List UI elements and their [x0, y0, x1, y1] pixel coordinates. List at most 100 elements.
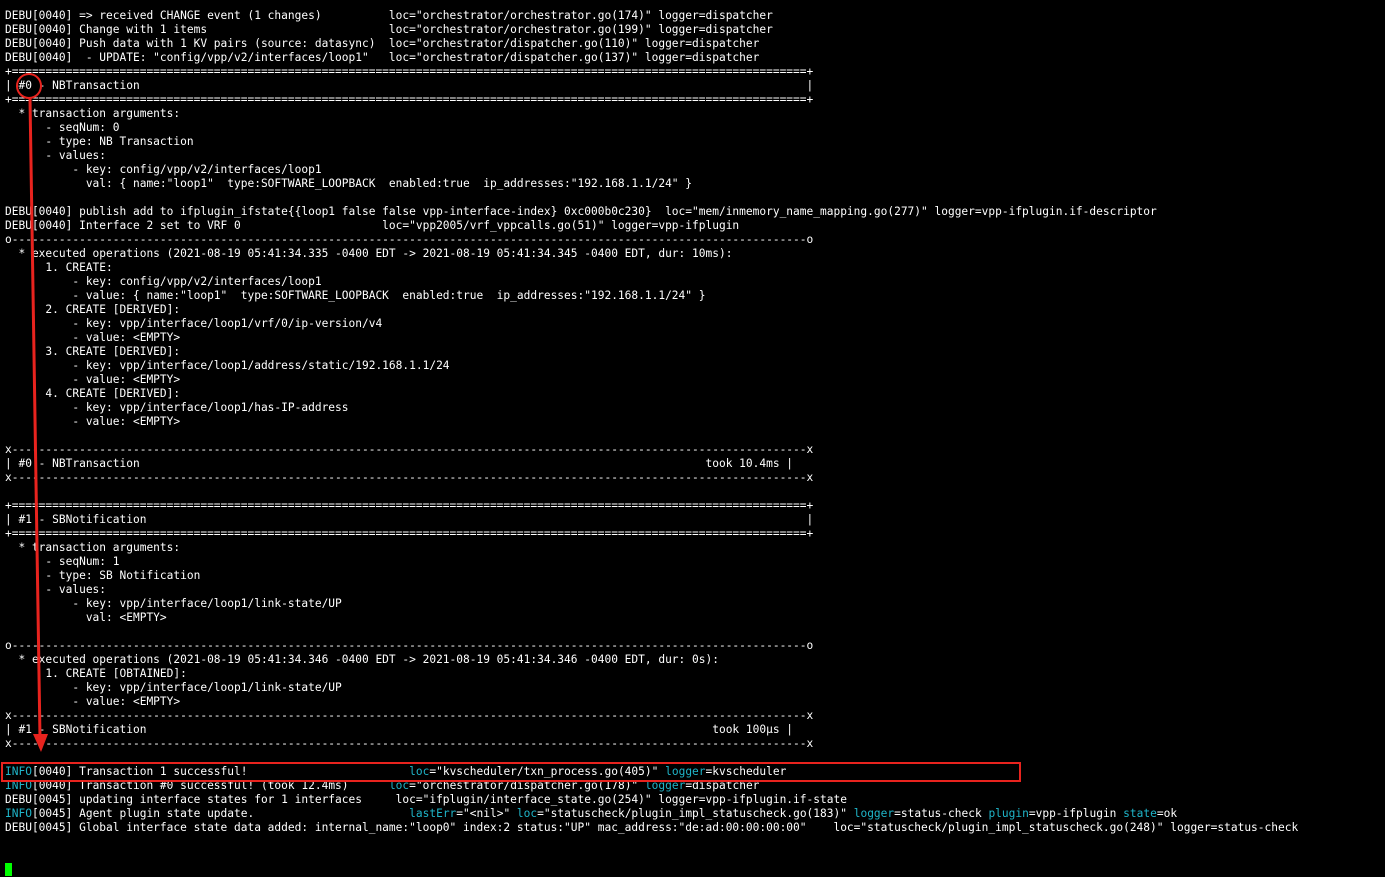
- terminal-line: - key: config/vpp/v2/interfaces/loop1: [5, 163, 322, 177]
- terminal-line: x---------------------------------------…: [5, 709, 813, 723]
- log-text: | #1 - SBNotification |: [5, 513, 814, 526]
- log-text: o---------------------------------------…: [5, 639, 814, 652]
- terminal-line: - type: SB Notification: [5, 569, 200, 583]
- terminal-line: DEBU[0040] Interface 2 set to VRF 0 loc=…: [5, 219, 739, 233]
- log-text: DEBU[0040] - UPDATE: "config/vpp/v2/inte…: [5, 51, 760, 64]
- terminal-line: - seqNum: 0: [5, 121, 120, 135]
- log-text: * transaction arguments:: [5, 541, 181, 554]
- log-text: - value: <EMPTY>: [5, 415, 181, 428]
- log-text: +=======================================…: [5, 527, 814, 540]
- log-field-key: state: [1123, 807, 1157, 820]
- log-text: ="orchestrator/dispatcher.go(178)": [409, 779, 645, 792]
- terminal-line: - value: <EMPTY>: [5, 373, 180, 387]
- terminal-line: - key: vpp/interface/loop1/link-state/UP: [5, 597, 342, 611]
- terminal-line: +=======================================…: [5, 499, 813, 513]
- log-text: - key: config/vpp/v2/interfaces/loop1: [5, 275, 322, 288]
- terminal-line: INFO[0045] Agent plugin state update. la…: [5, 807, 1177, 821]
- log-text: - value: <EMPTY>: [5, 331, 181, 344]
- terminal-line: - value: <EMPTY>: [5, 415, 180, 429]
- log-text: - type: NB Transaction: [5, 135, 194, 148]
- log-text: ="statuscheck/plugin_impl_statuscheck.go…: [537, 807, 854, 820]
- terminal-line: +=======================================…: [5, 527, 813, 541]
- terminal-line: 4. CREATE [DERIVED]:: [5, 387, 180, 401]
- log-field-key: loc: [388, 779, 410, 792]
- log-text: - values:: [5, 583, 107, 596]
- log-text: +=======================================…: [5, 65, 814, 78]
- terminal-line: - key: vpp/interface/loop1/vrf/0/ip-vers…: [5, 317, 382, 331]
- log-text: =status-check: [894, 807, 989, 820]
- log-text: - value: <EMPTY>: [5, 373, 181, 386]
- terminal-line: | #1 - SBNotification took 100µs |: [5, 723, 793, 737]
- log-text: 2. CREATE [DERIVED]:: [5, 303, 181, 316]
- log-text: ="kvscheduler/txn_process.go(405)": [429, 765, 666, 778]
- log-field-key: logger: [644, 779, 686, 792]
- terminal-window[interactable]: DEBU[0040] => received CHANGE event (1 c…: [0, 0, 1385, 877]
- log-field-key: plugin: [988, 807, 1029, 820]
- log-text: ="<nil>": [456, 807, 517, 820]
- terminal-line: DEBU[0040] Change with 1 items loc="orch…: [5, 23, 773, 37]
- log-text: x---------------------------------------…: [5, 709, 814, 722]
- log-text: +=======================================…: [5, 499, 814, 512]
- terminal-line: val: { name:"loop1" type:SOFTWARE_LOOPBA…: [5, 177, 692, 191]
- terminal-line: - type: NB Transaction: [5, 135, 194, 149]
- terminal-line: 1. CREATE:: [5, 261, 113, 275]
- terminal-line: o---------------------------------------…: [5, 233, 813, 247]
- terminal-line: | #0 - NBTransaction |: [5, 79, 813, 93]
- log-text: - key: vpp/interface/loop1/address/stati…: [5, 359, 450, 372]
- log-level-info: INFO: [5, 765, 32, 778]
- terminal-line: - key: vpp/interface/loop1/address/stati…: [5, 359, 450, 373]
- log-level-info: INFO: [5, 807, 32, 820]
- log-field-key: logger: [665, 765, 706, 778]
- terminal-line: - values:: [5, 583, 106, 597]
- terminal-line: DEBU[0040] => received CHANGE event (1 c…: [5, 9, 773, 23]
- log-text: x---------------------------------------…: [5, 737, 814, 750]
- log-text: +=======================================…: [5, 93, 814, 106]
- log-text: DEBU[0045] Global interface state data a…: [5, 821, 1299, 834]
- terminal-line: * transaction arguments:: [5, 107, 180, 121]
- log-text: * executed operations (2021-08-19 05:41:…: [5, 653, 719, 666]
- terminal-line: DEBU[0040] - UPDATE: "config/vpp/v2/inte…: [5, 51, 759, 65]
- log-text: - key: vpp/interface/loop1/link-state/UP: [5, 597, 342, 610]
- terminal-line: o---------------------------------------…: [5, 639, 813, 653]
- log-text: - seqNum: 0: [5, 121, 120, 134]
- log-text: - type: SB Notification: [5, 569, 201, 582]
- terminal-line: - seqNum: 1: [5, 555, 120, 569]
- log-text: 1. CREATE [OBTAINED]:: [5, 667, 187, 680]
- log-text: 4. CREATE [DERIVED]:: [5, 387, 181, 400]
- log-text: - key: vpp/interface/loop1/has-IP-addres…: [5, 401, 349, 414]
- terminal-line: 2. CREATE [DERIVED]:: [5, 303, 180, 317]
- terminal-line: | #1 - SBNotification |: [5, 513, 813, 527]
- terminal-line: * executed operations (2021-08-19 05:41:…: [5, 247, 732, 261]
- log-field-key: lastErr: [409, 807, 457, 820]
- log-text: - values:: [5, 149, 107, 162]
- log-text: DEBU[0040] => received CHANGE event (1 c…: [5, 9, 773, 22]
- terminal-line: INFO[0040] Transaction 1 successful! loc…: [5, 765, 786, 779]
- log-text: - key: config/vpp/v2/interfaces/loop1: [5, 163, 322, 176]
- log-text: DEBU[0045] updating interface states for…: [5, 793, 847, 806]
- terminal-line: x---------------------------------------…: [5, 471, 813, 485]
- log-text: - key: vpp/interface/loop1/vrf/0/ip-vers…: [5, 317, 383, 330]
- terminal-line: DEBU[0045] updating interface states for…: [5, 793, 847, 807]
- terminal-line: DEBU[0045] Global interface state data a…: [5, 821, 1298, 835]
- log-text: val: <EMPTY>: [5, 611, 167, 624]
- log-text: - seqNum: 1: [5, 555, 120, 568]
- terminal-line: DEBU[0040] Push data with 1 KV pairs (so…: [5, 37, 759, 51]
- terminal-line: - values:: [5, 149, 106, 163]
- log-text: * transaction arguments:: [5, 107, 181, 120]
- log-text: * executed operations (2021-08-19 05:41:…: [5, 247, 733, 260]
- log-text: 1. CREATE:: [5, 261, 113, 274]
- terminal-line: - value: <EMPTY>: [5, 695, 180, 709]
- terminal-line: - value: { name:"loop1" type:SOFTWARE_LO…: [5, 289, 705, 303]
- log-text: DEBU[0040] Change with 1 items loc="orch…: [5, 23, 773, 36]
- log-text: DEBU[0040] Push data with 1 KV pairs (so…: [5, 37, 760, 50]
- log-text: 3. CREATE [DERIVED]:: [5, 345, 181, 358]
- terminal-line: - value: <EMPTY>: [5, 331, 180, 345]
- terminal-cursor: [5, 863, 12, 876]
- log-text: | #0 - NBTransaction |: [5, 79, 814, 92]
- terminal-line: 1. CREATE [OBTAINED]:: [5, 667, 187, 681]
- log-text: =kvscheduler: [705, 765, 787, 778]
- log-text: =vpp-ifplugin: [1028, 807, 1124, 820]
- log-level-info: INFO: [5, 779, 32, 792]
- terminal-line: DEBU[0040] publish add to ifplugin_ifsta…: [5, 205, 1157, 219]
- terminal-line: - key: vpp/interface/loop1/link-state/UP: [5, 681, 341, 695]
